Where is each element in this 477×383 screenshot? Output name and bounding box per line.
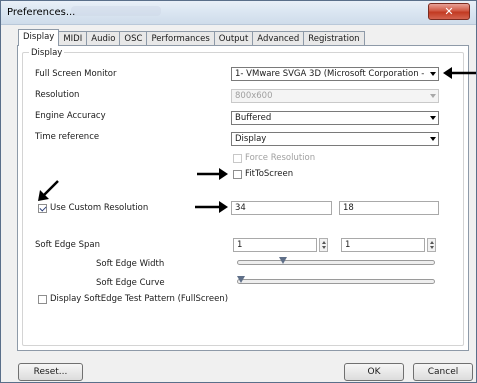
annotation-arrow-icon [38,180,59,201]
resolution-label: Resolution [35,90,80,100]
time-reference-select[interactable]: Display [231,132,439,146]
full-screen-monitor-select[interactable]: 1- VMware SVGA 3D (Microsoft Corporation… [231,67,439,81]
soft-edge-width-slider[interactable] [237,257,435,266]
soft-edge-curve-label: Soft Edge Curve [96,278,165,288]
custom-height-input[interactable]: 18 [339,201,439,215]
time-reference-label: Time reference [35,132,100,142]
force-resolution-checkbox[interactable] [233,154,242,163]
spin-down-icon [322,246,326,249]
slider-track [237,279,435,284]
test-pattern-label: Display SoftEdge Test Pattern (FullScree… [50,294,229,304]
slider-track [237,260,435,265]
cancel-button[interactable]: Cancel [413,363,473,381]
title-bar[interactable]: Preferences... ✕ [1,1,476,25]
fit-to-screen-checkbox[interactable] [233,170,242,179]
ok-button[interactable]: OK [344,363,404,381]
tab-output[interactable]: Output [213,31,254,46]
time-reference-value: Display [235,134,267,144]
reset-button[interactable]: Reset... [18,363,83,381]
soft-edge-span-input-1[interactable]: 1 [233,238,317,252]
spin-down-icon [430,246,434,249]
chevron-down-icon [430,72,436,76]
title-bar-glass [71,6,161,16]
force-resolution-label: Force Resolution [245,153,316,163]
spin-up-icon [322,241,326,244]
soft-edge-span-spinner-2[interactable] [427,238,436,252]
chevron-down-icon [430,137,436,141]
display-group-label: Display [29,48,65,58]
full-screen-monitor-value: 1- VMware SVGA 3D (Microsoft Corporation… [235,69,426,79]
chevron-down-icon [430,94,436,98]
test-pattern-checkbox[interactable] [38,295,47,304]
annotation-arrow-icon [197,168,228,180]
tab-advanced[interactable]: Advanced [252,31,305,46]
tab-display[interactable]: Display [18,29,60,46]
tab-registration[interactable]: Registration [303,31,365,46]
close-icon: ✕ [444,5,454,18]
resolution-select[interactable]: 800x600 [231,89,439,103]
chevron-down-icon [430,116,436,120]
soft-edge-span-input-2[interactable]: 1 [341,238,425,252]
tab-audio[interactable]: Audio [86,31,121,46]
annotation-arrow-icon [443,67,476,79]
custom-width-input[interactable]: 34 [231,201,332,215]
engine-accuracy-select[interactable]: Buffered [231,111,439,125]
preferences-window: Preferences... ✕ Display MIDI Audio OSC … [0,0,477,383]
tab-performances[interactable]: Performances [146,31,215,46]
tab-midi[interactable]: MIDI [58,31,88,46]
tab-bar: Display MIDI Audio OSC Performances Outp… [18,29,365,46]
soft-edge-curve-slider[interactable] [237,276,435,285]
close-button[interactable]: ✕ [428,3,470,20]
engine-accuracy-value: Buffered [235,113,272,123]
resolution-value: 800x600 [235,91,273,101]
annotation-arrow-icon [195,201,228,213]
slider-thumb[interactable] [237,276,245,283]
use-custom-resolution-checkbox[interactable] [38,204,47,213]
full-screen-monitor-label: Full Screen Monitor [35,69,117,79]
use-custom-resolution-label: Use Custom Resolution [50,203,149,213]
window-title: Preferences... [7,7,76,18]
engine-accuracy-label: Engine Accuracy [35,111,106,121]
soft-edge-span-label: Soft Edge Span [35,240,100,250]
slider-thumb[interactable] [278,257,287,264]
soft-edge-width-label: Soft Edge Width [96,259,165,269]
spin-up-icon [430,241,434,244]
tab-osc[interactable]: OSC [119,31,148,46]
soft-edge-span-spinner-1[interactable] [319,238,328,252]
fit-to-screen-label: FitToScreen [245,169,294,179]
